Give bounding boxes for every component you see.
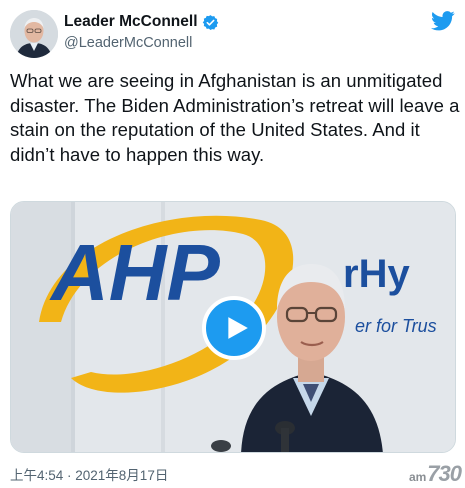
backdrop-tagline: er for Trus (355, 316, 437, 336)
tweet-text: What we are seeing in Afghanistan is an … (10, 70, 460, 165)
backdrop-logo: AHP (49, 228, 221, 317)
author-handle[interactable]: @LeaderMcConnell (64, 35, 192, 51)
author-name-row: Leader McConnell (64, 13, 219, 31)
watermark-big: 730 (427, 461, 462, 486)
verified-badge-icon (202, 14, 218, 30)
author-display-name[interactable]: Leader McConnell (64, 13, 198, 31)
watermark: am 730 (408, 461, 462, 486)
author-avatar[interactable] (10, 10, 58, 58)
watermark-small: am (408, 470, 427, 484)
tweet-video[interactable]: AHP rHy er for Trus (10, 201, 456, 453)
twitter-bird-icon[interactable] (431, 11, 455, 31)
tweet-timestamp[interactable]: 上午4:54 · 2021年8月17日 (10, 464, 168, 484)
backdrop-partial-text: rHy (343, 252, 410, 296)
avatar-photo (10, 10, 58, 58)
play-button[interactable] (202, 296, 266, 360)
play-icon (227, 317, 248, 339)
